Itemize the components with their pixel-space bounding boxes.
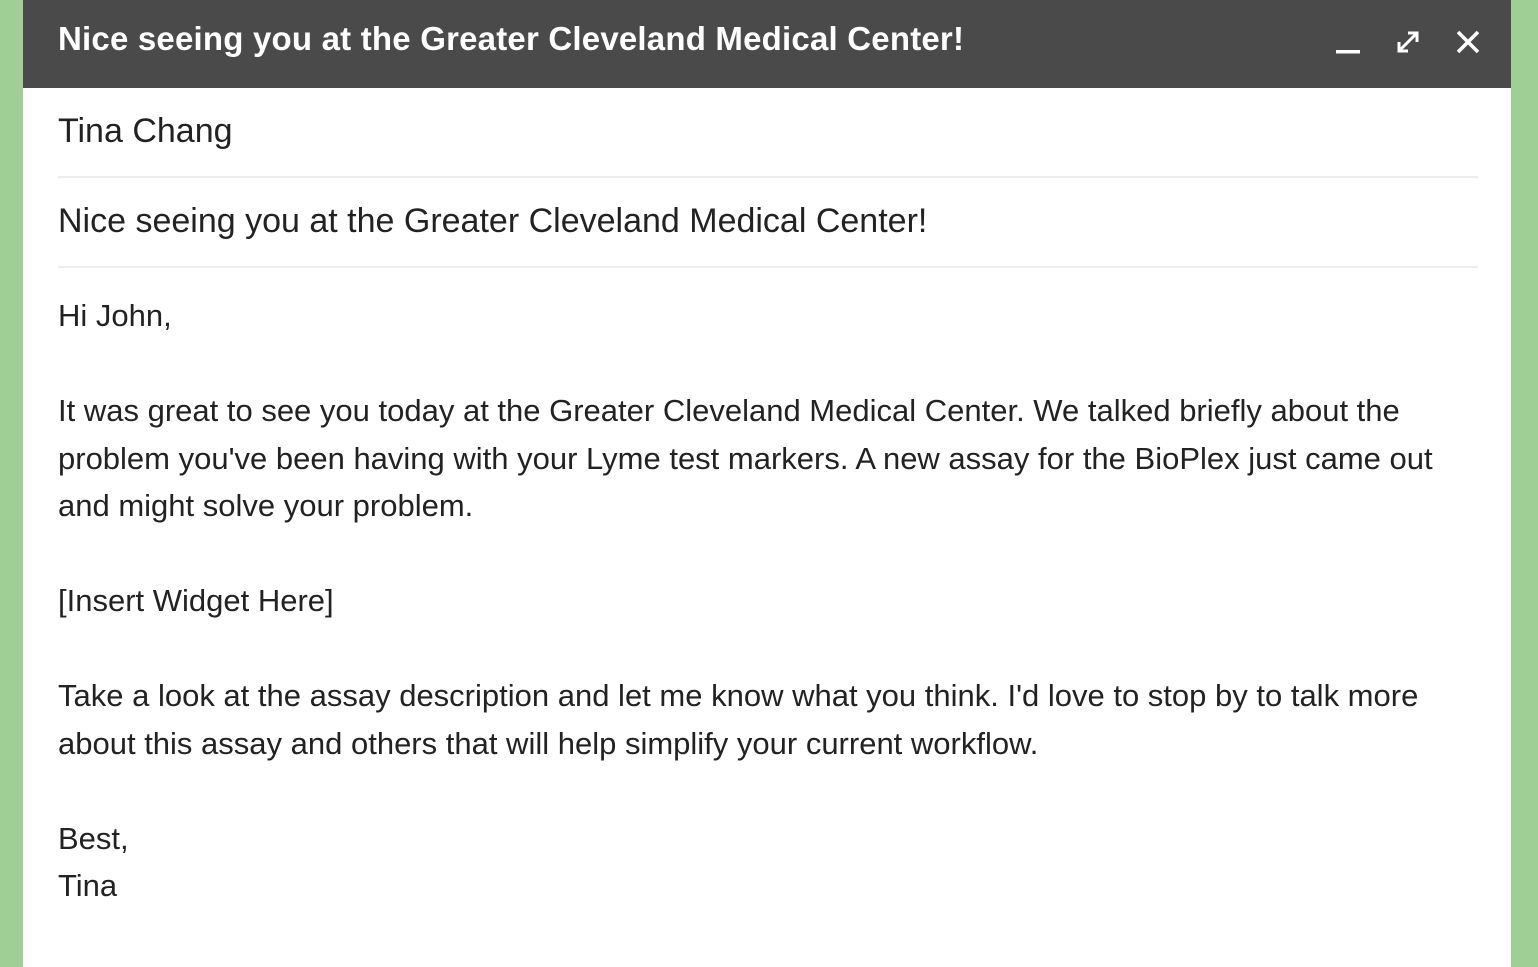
compose-titlebar[interactable]: Nice seeing you at the Greater Cleveland… bbox=[23, 0, 1511, 88]
subject-value: Nice seeing you at the Greater Cleveland… bbox=[58, 202, 928, 240]
body-greeting: Hi John, bbox=[58, 298, 172, 333]
body-paragraph-2: Take a look at the assay description and… bbox=[58, 678, 1419, 761]
body-signoff: Best, bbox=[58, 820, 129, 856]
recipient-field[interactable]: Tina Chang bbox=[58, 88, 1478, 178]
expand-icon[interactable] bbox=[1393, 27, 1423, 57]
compose-title: Nice seeing you at the Greater Cleveland… bbox=[58, 20, 965, 57]
subject-field[interactable]: Nice seeing you at the Greater Cleveland… bbox=[58, 178, 1478, 268]
compose-window: Nice seeing you at the Greater Cleveland… bbox=[23, 0, 1511, 967]
minimize-icon[interactable] bbox=[1333, 27, 1363, 57]
message-body[interactable]: Hi John, It was great to see you today a… bbox=[58, 292, 1478, 910]
close-icon[interactable] bbox=[1453, 27, 1483, 57]
body-paragraph-1: It was great to see you today at the Gre… bbox=[58, 393, 1433, 523]
widget-placeholder: [Insert Widget Here] bbox=[58, 583, 334, 618]
recipient-value: Tina Chang bbox=[58, 112, 233, 150]
window-controls bbox=[1333, 22, 1483, 62]
body-signature: Tina bbox=[58, 868, 118, 903]
